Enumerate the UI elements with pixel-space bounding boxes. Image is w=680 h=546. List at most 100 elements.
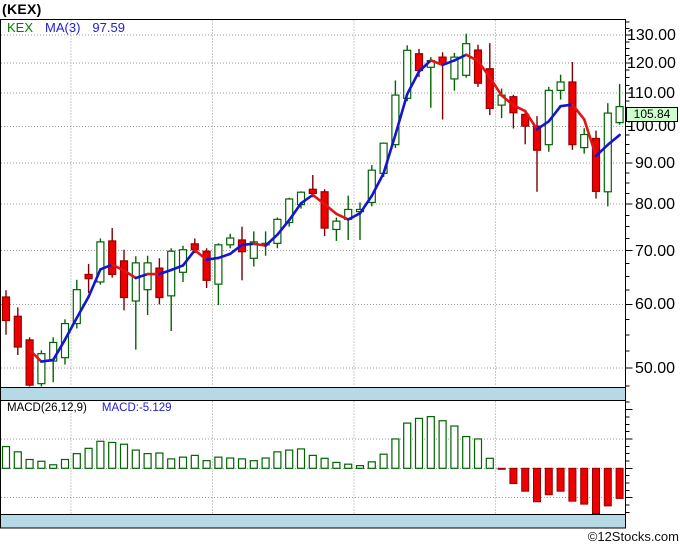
candle-body	[84, 273, 93, 280]
ma-label: MA(3)	[45, 20, 81, 35]
x-axis-year-labels-bottom	[0, 516, 625, 528]
macd-bar-negative	[521, 467, 530, 492]
macd-bar-positive	[344, 463, 353, 469]
price-axis-label: 50.00	[634, 359, 675, 377]
chart-page: { "title": "(KEX)", "watermark": "©12Sto…	[0, 0, 680, 546]
macd-bar-positive	[308, 454, 317, 469]
macd-bar-positive	[49, 464, 58, 469]
macd-legend: MACD(26,12,9) MACD:-5.129	[7, 402, 172, 414]
macd-bar-positive	[296, 448, 306, 469]
ma-line-segment	[205, 256, 220, 261]
candle-body	[603, 112, 612, 193]
candle-body	[568, 81, 577, 146]
candle-body	[556, 81, 565, 91]
ma-value: 97.59	[92, 20, 125, 35]
macd-bar-positive	[226, 457, 235, 469]
candle-body	[226, 237, 235, 246]
candle-body	[143, 262, 152, 291]
macd-value-label: MACD:-5.129	[101, 402, 172, 414]
x-axis-year-labels-top	[0, 388, 625, 400]
macd-bar-positive	[60, 458, 70, 469]
candle-body	[462, 43, 471, 76]
macd-bar-positive	[167, 458, 176, 469]
ma-line-segment	[559, 103, 574, 108]
candle-body	[108, 240, 117, 276]
page-title: (KEX)	[2, 1, 42, 17]
macd-bar-negative	[497, 467, 506, 470]
macd-bar-positive	[37, 460, 46, 469]
candle-body	[25, 339, 34, 386]
macd-bar-positive	[426, 416, 435, 469]
candle-body	[473, 49, 483, 84]
macd-params-label: MACD(26,12,9)	[7, 402, 87, 414]
ma-line-segment	[252, 242, 267, 247]
candle-body	[214, 244, 223, 285]
macd-bar-positive	[473, 438, 483, 469]
ma-line-segment	[240, 242, 256, 247]
macd-bar-positive	[261, 457, 270, 469]
candle-body	[1, 296, 11, 322]
macd-bar-negative	[556, 467, 565, 492]
price-legend: KEX MA(3) 97.59	[7, 20, 125, 35]
price-axis-label: 90.00	[634, 155, 675, 173]
macd-bar-positive	[84, 447, 93, 469]
macd-bar-positive	[414, 417, 424, 469]
candle-body	[190, 243, 199, 251]
macd-bar-positive	[96, 440, 105, 469]
price-axis-label: 130.00	[627, 26, 676, 44]
candle-body	[13, 315, 22, 348]
macd-bar-positive	[355, 465, 365, 469]
macd-bar-positive	[202, 460, 211, 469]
symbol-label: KEX	[7, 20, 34, 35]
candle-body	[320, 191, 329, 229]
macd-bar-positive	[485, 457, 494, 469]
macd-bar-positive	[273, 451, 282, 469]
macd-bar-positive	[108, 441, 117, 469]
price-axis-label: 70.00	[634, 242, 675, 260]
macd-bar-positive	[1, 445, 11, 469]
price-panel-border	[0, 19, 626, 388]
macd-bar-positive	[237, 458, 247, 469]
macd-bar-negative	[533, 467, 541, 503]
ma-line-segment	[87, 268, 102, 299]
candle-body	[332, 220, 341, 231]
macd-bar-positive	[25, 458, 34, 469]
last-price-badge: 105.84	[626, 107, 678, 122]
macd-bar-positive	[367, 461, 376, 469]
candle-body	[615, 106, 624, 124]
macd-bar-positive	[155, 452, 164, 469]
price-axis-label: 120.00	[627, 54, 676, 72]
price-axis-label: 60.00	[634, 296, 675, 314]
macd-bar-positive	[72, 453, 81, 469]
macd-bar-positive	[391, 438, 400, 469]
macd-bar-positive	[462, 435, 471, 469]
macd-bar-positive	[320, 457, 329, 469]
ma-line-segment	[40, 358, 55, 363]
macd-bar-positive	[403, 422, 412, 469]
macd-bar-positive	[249, 460, 258, 469]
macd-bar-positive	[178, 456, 188, 469]
macd-bar-positive	[119, 443, 129, 469]
macd-bar-positive	[13, 451, 22, 469]
macd-bar-positive	[214, 456, 223, 469]
macd-bar-negative	[544, 467, 553, 496]
macd-bar-positive	[379, 453, 388, 469]
candle-body	[202, 250, 211, 281]
watermark: ©12Stocks.com	[587, 529, 679, 544]
macd-bar-negative	[580, 467, 589, 505]
macd-bar-positive	[438, 420, 447, 469]
candle-body	[167, 250, 176, 297]
candle-body	[119, 260, 129, 299]
macd-bar-negative	[603, 467, 612, 507]
price-axis-label: 80.00	[634, 196, 675, 214]
macd-bar-negative	[615, 467, 624, 499]
macd-bar-negative	[592, 467, 600, 514]
candle-body	[308, 188, 317, 195]
macd-bar-negative	[509, 467, 518, 485]
macd-bar-negative	[568, 467, 577, 502]
macd-bar-positive	[131, 449, 140, 469]
candle-body	[131, 262, 140, 302]
macd-bar-positive	[143, 453, 152, 469]
stock-chart-canvas	[0, 19, 633, 529]
macd-bar-positive	[332, 461, 341, 469]
